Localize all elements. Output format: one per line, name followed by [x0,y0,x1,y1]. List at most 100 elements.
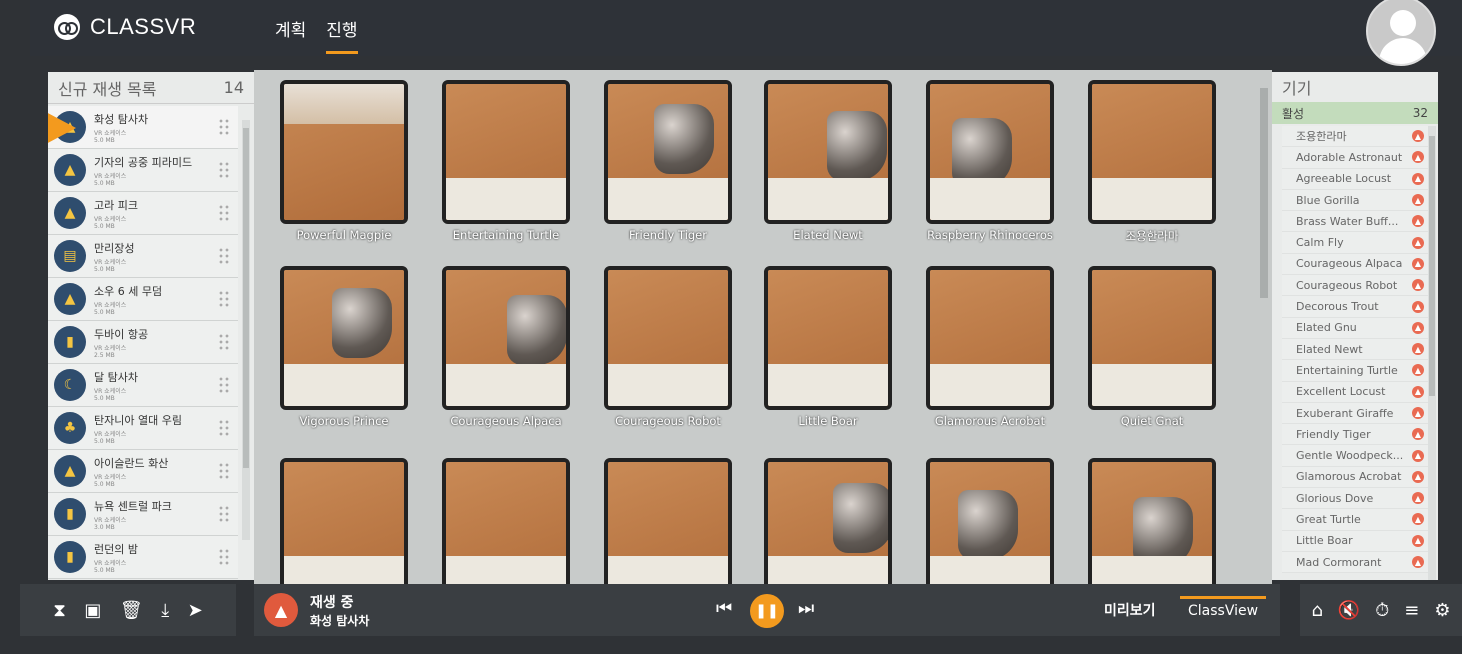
devices-scrollbar-thumb[interactable] [1429,136,1435,396]
device-item[interactable]: Brass Water Buff... ▲ [1282,211,1428,233]
drag-handle-icon[interactable] [218,247,230,265]
device-item[interactable]: Courageous Alpaca ▲ [1282,253,1428,276]
playlist-item[interactable]: ▮ 런던의 밤 VR 쇼케이스 5.0 MB [48,536,238,579]
device-view-tile[interactable]: Quiet Gnat [1088,266,1216,428]
device-item[interactable]: Calm Fly ▲ [1282,232,1428,254]
playlist-item[interactable]: ▮ 두바이 항공 VR 쇼케이스 2.5 MB [48,321,238,364]
timer-icon[interactable]: ⏱ [1375,600,1389,621]
devices-scrollbar[interactable] [1428,126,1436,580]
grid-scrollbar-thumb[interactable] [1260,88,1268,298]
preview-button[interactable]: 미리보기 [1104,600,1156,620]
device-view-tile[interactable]: Courageous Robot [604,266,732,428]
device-item[interactable]: Exuberant Giraffe ▲ [1282,402,1428,425]
tab-plan[interactable]: 계획 [275,16,306,54]
drag-handle-icon[interactable] [218,548,230,566]
user-avatar[interactable] [1366,0,1436,66]
device-view-tile[interactable]: Entertaining Turtle [442,80,570,242]
device-item[interactable]: Glamorous Acrobat ▲ [1282,466,1428,489]
drag-handle-icon[interactable] [218,161,230,179]
vr-view-image [280,266,408,410]
device-item[interactable]: Elated Gnu ▲ [1282,317,1428,339]
device-view-tile[interactable] [926,458,1054,584]
device-view-tile[interactable]: Courageous Alpaca [442,266,570,428]
pause-button[interactable]: ❚❚ [750,594,784,628]
drag-handle-icon[interactable] [218,419,230,437]
download-icon[interactable]: ⤓ [161,600,169,621]
device-status-icon: ▲ [1412,300,1424,313]
playlist-item[interactable]: ▲ 화성 탐사차 VR 쇼케이스 5.0 MB [48,106,238,149]
device-item[interactable]: Elated Newt ▲ [1282,338,1428,361]
tab-run[interactable]: 진행 [326,16,358,54]
device-item[interactable]: Agreeable Locust ▲ [1282,168,1428,190]
drag-handle-icon[interactable] [218,333,230,351]
device-status-icon: ▲ [1412,407,1424,419]
device-item[interactable]: Gentle Woodpeck... ▲ [1282,445,1428,467]
device-item[interactable]: Excellent Locust ▲ [1282,381,1428,403]
device-view-tile[interactable]: 조용한라마 [1088,80,1216,244]
playlist-item[interactable]: ▮ 뉴욕 센트럴 파크 VR 쇼케이스 3.0 MB [48,493,238,536]
device-item[interactable]: Blue Gorilla ▲ [1282,189,1428,212]
playlist-item-name: 뉴욕 센트럴 파크 [94,499,172,513]
device-view-tile[interactable] [280,458,408,584]
device-view-tile[interactable]: Glamorous Acrobat [926,266,1054,428]
hourglass-icon[interactable]: ⧗ [53,600,66,621]
save-icon[interactable]: ▣ [84,600,101,621]
drag-handle-icon[interactable] [218,118,230,136]
device-view-tile[interactable]: Friendly Tiger [604,80,732,242]
playlist-item-info: 달 탐사차 VR 쇼케이스 5.0 MB [94,369,218,402]
device-item[interactable]: Decorous Trout ▲ [1282,296,1428,318]
playlist-scrollbar[interactable] [242,120,250,540]
device-view-tile[interactable] [1088,458,1216,584]
playlist-item[interactable]: ♣ 탄자니아 열대 우림 VR 쇼케이스 5.0 MB [48,407,238,450]
send-icon[interactable]: ➤ [188,600,203,621]
device-status-icon: ▲ [1412,151,1424,164]
playlist-item[interactable]: ▤ 만리장성 VR 쇼케이스 5.0 MB [48,235,238,278]
drag-handle-icon[interactable] [218,204,230,222]
device-item[interactable]: Adorable Astronaut ▲ [1282,147,1428,169]
drag-handle-icon[interactable] [218,376,230,394]
drag-handle-icon[interactable] [218,505,230,523]
vr-view-image [280,80,408,224]
device-item[interactable]: Courageous Robot ▲ [1282,275,1428,297]
playlist-item[interactable]: ▲ 기자의 공중 피라미드 VR 쇼케이스 5.0 MB [48,149,238,192]
previous-icon[interactable]: ⏮ [716,598,732,619]
playlist-item[interactable]: ☾ 달 탐사차 VR 쇼케이스 5.0 MB [48,364,238,407]
grid-scrollbar[interactable] [1256,70,1272,584]
device-item[interactable]: Mad Cormorant ▲ [1282,551,1428,574]
playlist-item[interactable]: ▲ 고라 피크 VR 쇼케이스 5.0 MB [48,192,238,235]
device-view-tile[interactable] [764,458,892,584]
device-status-icon: ▲ [1412,470,1424,483]
device-item[interactable]: Friendly Tiger ▲ [1282,424,1428,446]
device-view-tile[interactable]: Elated Newt [764,80,892,242]
device-view-tile[interactable]: Powerful Magpie [280,80,408,242]
device-item[interactable]: Great Turtle ▲ [1282,509,1428,531]
drag-handle-icon[interactable] [218,290,230,308]
playlist-item[interactable]: ▲ 소우 6 세 무덤 VR 쇼케이스 5.0 MB [48,278,238,321]
next-icon[interactable]: ⏭ [798,598,814,619]
playlist-scrollbar-thumb[interactable] [243,128,249,468]
device-view-tile[interactable]: Little Boar [764,266,892,428]
playlist-item[interactable]: ▲ 아이슬란드 화산 VR 쇼케이스 5.0 MB [48,450,238,493]
active-devices-row[interactable]: 활성 32 [1272,102,1438,124]
device-view-tile[interactable]: Vigorous Prince [280,266,408,428]
device-view-tile[interactable] [442,458,570,584]
filter-icon[interactable]: ≡ [1404,600,1419,621]
drag-handle-icon[interactable] [218,462,230,480]
classview-button[interactable]: ClassView [1180,596,1267,625]
device-view-tile[interactable] [604,458,732,584]
tile-device-name: Little Boar [798,414,858,428]
device-status-icon: ▲ [1412,321,1424,334]
device-item[interactable]: Glorious Dove ▲ [1282,488,1428,510]
settings-icon[interactable]: ⚙ [1434,600,1450,621]
device-name: Brass Water Buff... [1296,214,1399,228]
home-icon[interactable]: ⌂ [1311,600,1322,621]
device-item[interactable]: 조용한라마 ▲ [1282,126,1428,148]
big-ben-icon: ▮ [54,541,86,573]
trash-icon[interactable]: 🗑 [120,600,143,621]
device-item[interactable]: Entertaining Turtle ▲ [1282,360,1428,382]
device-view-tile[interactable]: Raspberry Rhinoceros [926,80,1054,242]
mute-icon[interactable]: 🔇 [1338,600,1360,621]
playlist-item-info: 기자의 공중 피라미드 VR 쇼케이스 5.0 MB [94,154,218,187]
device-item[interactable]: Little Boar ▲ [1282,530,1428,552]
device-status-icon: ▲ [1412,492,1424,505]
